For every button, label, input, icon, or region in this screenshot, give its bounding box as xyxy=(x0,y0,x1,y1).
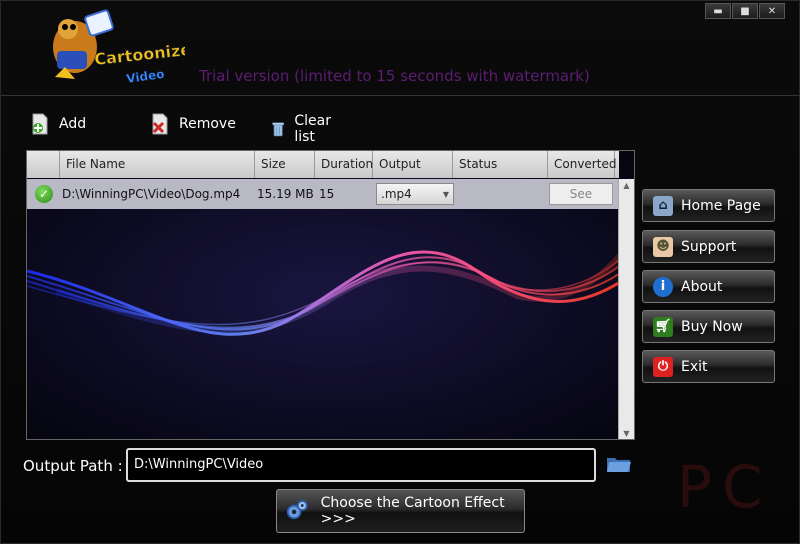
title-divider xyxy=(1,95,800,96)
logo-text-2: Video xyxy=(125,67,165,86)
converted-cell: See xyxy=(548,183,615,205)
scroll-down-arrow-icon[interactable]: ▼ xyxy=(619,427,634,439)
see-button[interactable]: See xyxy=(549,183,613,205)
output-path-input[interactable]: D:\WinningPC\Video xyxy=(126,448,596,482)
column-header-duration[interactable]: Duration xyxy=(315,151,373,178)
home-page-button[interactable]: ⌂ Home Page xyxy=(642,189,775,222)
close-button[interactable]: ✕ xyxy=(759,3,785,19)
column-header-check xyxy=(27,151,60,178)
trial-notice: Trial version (limited to 15 seconds wit… xyxy=(199,67,590,85)
pc-watermark: PC xyxy=(677,453,773,521)
add-button[interactable]: Add xyxy=(31,113,86,135)
cart-icon: 🛒︎ xyxy=(653,316,673,337)
about-label: About xyxy=(681,278,723,295)
choose-cartoon-effect-label: Choose the Cartoon Effect >>> xyxy=(320,495,505,527)
trash-icon xyxy=(272,122,285,137)
gear-icon xyxy=(286,500,308,520)
column-header-converted[interactable]: Converted xyxy=(548,151,616,178)
exit-label: Exit xyxy=(681,358,708,375)
choose-cartoon-effect-button[interactable]: Choose the Cartoon Effect >>> xyxy=(276,489,525,533)
home-page-label: Home Page xyxy=(681,197,761,214)
chevron-down-icon: ▼ xyxy=(442,189,449,199)
output-path-label: Output Path : xyxy=(23,457,123,475)
vertical-scrollbar[interactable]: ▲ ▼ xyxy=(618,179,634,439)
remove-file-icon xyxy=(152,113,168,135)
file-list: File Name Size Duration Output Type Stat… xyxy=(26,150,635,440)
column-header-status[interactable]: Status xyxy=(453,151,548,178)
buy-now-button[interactable]: 🛒︎ Buy Now xyxy=(642,310,775,343)
output-type-value: .mp4 xyxy=(381,187,412,201)
title-bar: Cartoonize Video Trial version (limited … xyxy=(1,1,800,95)
add-file-icon xyxy=(32,113,48,135)
output-type-select[interactable]: .mp4 ▼ xyxy=(376,183,454,205)
info-icon: i xyxy=(653,276,673,297)
minimize-button[interactable]: ▬ xyxy=(705,3,731,19)
folder-icon[interactable] xyxy=(606,454,632,474)
column-header-size[interactable]: Size xyxy=(255,151,315,178)
table-header: File Name Size Duration Output Type Stat… xyxy=(27,151,619,198)
app-logo: Cartoonize Video xyxy=(35,7,192,89)
power-icon: ⏻ xyxy=(653,356,673,377)
person-icon: ☻ xyxy=(653,236,673,257)
logo-text-1: Cartoonize xyxy=(93,40,185,69)
add-label: Add xyxy=(59,116,87,132)
output-type-cell: .mp4 ▼ xyxy=(373,183,454,205)
remove-label: Remove xyxy=(179,116,236,132)
maximize-button[interactable]: ■ xyxy=(732,3,758,19)
clear-list-label: Clear list xyxy=(294,113,331,145)
duration-cell: 15 xyxy=(319,187,335,201)
table-row[interactable]: ✓ D:\WinningPC\Video\Dog.mp4 15.19 MB 15… xyxy=(27,179,619,209)
row-status-cell: ✓ xyxy=(27,185,60,203)
about-button[interactable]: i About xyxy=(642,270,775,303)
column-header-output-type[interactable]: Output Type xyxy=(373,151,453,198)
support-button[interactable]: ☻ Support xyxy=(642,230,775,263)
scroll-up-arrow-icon[interactable]: ▲ xyxy=(619,179,634,193)
file-name-cell: D:\WinningPC\Video\Dog.mp4 xyxy=(62,187,241,201)
exit-button[interactable]: ⏻ Exit xyxy=(642,350,775,383)
remove-button[interactable]: Remove xyxy=(151,113,236,135)
app-window: Cartoonize Video Trial version (limited … xyxy=(0,0,800,544)
support-label: Support xyxy=(681,238,737,255)
check-icon: ✓ xyxy=(35,185,53,203)
buy-now-label: Buy Now xyxy=(681,318,743,335)
size-cell: 15.19 MB xyxy=(257,187,314,201)
home-icon: ⌂ xyxy=(653,195,673,216)
clear-list-button[interactable]: Clear list xyxy=(272,113,337,145)
column-header-file-name[interactable]: File Name xyxy=(60,151,255,178)
window-controls: ▬ ■ ✕ xyxy=(705,3,785,19)
